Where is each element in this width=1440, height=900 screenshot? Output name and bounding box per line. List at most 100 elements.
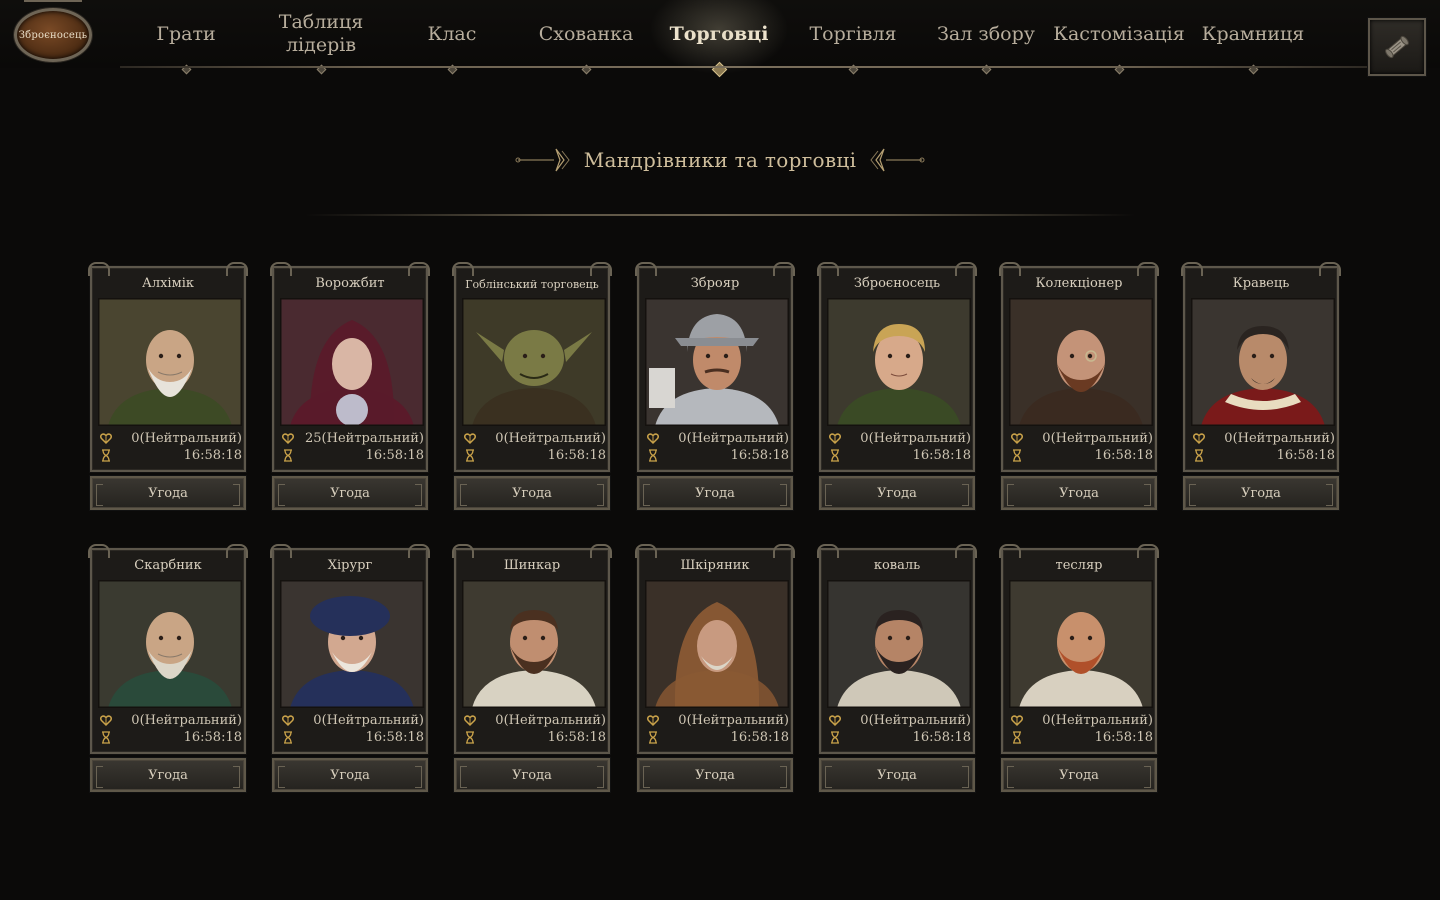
merchant-card[interactable]: Гоблінський торговець 0(Нейтральний) 16:…	[452, 262, 612, 512]
relation-row: 0(Нейтральний)	[829, 430, 971, 446]
restock-timer: 16:58:18	[912, 729, 971, 745]
deal-button[interactable]: Угода	[637, 476, 793, 510]
relation-heart-icon	[100, 432, 112, 444]
timer-row: 16:58:18	[282, 447, 424, 463]
merchant-card[interactable]: Колекціонер 0(Нейтральний) 16:58:18 Угод…	[999, 262, 1159, 512]
deal-button-label: Угода	[1059, 485, 1099, 501]
nav-tab-customization[interactable]: Кастомізація	[1050, 0, 1188, 75]
nav-tab-trade[interactable]: Торгівля	[800, 0, 906, 75]
merchant-card[interactable]: Зброяр 0(Нейтральний) 16:58:18 Угода	[635, 262, 795, 512]
hourglass-icon	[1013, 730, 1021, 744]
merchant-portrait[interactable]	[1009, 580, 1153, 708]
relation-value: 0(Нейтральний)	[1042, 430, 1153, 446]
nav-tab-leaderboard[interactable]: Таблиця лідерів	[262, 0, 380, 75]
merchant-card[interactable]: Хірург 0(Нейтральний) 16:58:18 Угода	[270, 544, 430, 794]
relation-value: 0(Нейтральний)	[313, 712, 424, 728]
restock-timer: 16:58:18	[547, 729, 606, 745]
nav-tab-class[interactable]: Клас	[402, 0, 502, 75]
merchant-card[interactable]: тесляр 0(Нейтральний) 16:58:18 Угода	[999, 544, 1159, 794]
merchant-portrait[interactable]	[645, 580, 789, 708]
deal-button[interactable]: Угода	[1001, 476, 1157, 510]
relation-value: 0(Нейтральний)	[860, 712, 971, 728]
nav-tick	[711, 61, 728, 78]
timer-row: 16:58:18	[464, 729, 606, 745]
nav-tab-play[interactable]: Грати	[136, 0, 236, 75]
merchant-card[interactable]: коваль 0(Нейтральний) 16:58:18 Угода	[817, 544, 977, 794]
nav-tab-shop[interactable]: Крамниця	[1198, 0, 1308, 75]
deal-button[interactable]: Угода	[454, 758, 610, 792]
merchant-portrait[interactable]	[1009, 298, 1153, 426]
relation-heart-icon	[282, 714, 294, 726]
deal-button-label: Угода	[695, 767, 735, 783]
top-navigation-bar: Зброєносець Грати Таблиця лідерів Клас С…	[0, 0, 1440, 78]
merchant-card[interactable]: Кравець 0(Нейтральний) 16:58:18 Угода	[1181, 262, 1341, 512]
timer-row: 16:58:18	[100, 729, 242, 745]
scroll-menu-button[interactable]	[1368, 18, 1426, 76]
merchant-portrait[interactable]	[98, 298, 242, 426]
deal-button[interactable]: Угода	[1001, 758, 1157, 792]
timer-row: 16:58:18	[647, 729, 789, 745]
merchant-portrait[interactable]	[827, 298, 971, 426]
relation-value: 25(Нейтральний)	[305, 430, 424, 446]
deal-button[interactable]: Угода	[272, 758, 428, 792]
timer-row: 16:58:18	[464, 447, 606, 463]
deal-button-label: Угода	[877, 485, 917, 501]
deal-button-label: Угода	[330, 767, 370, 783]
merchant-card[interactable]: Шинкар 0(Нейтральний) 16:58:18 Угода	[452, 544, 612, 794]
relation-value: 0(Нейтральний)	[1042, 712, 1153, 728]
deal-button-label: Угода	[877, 767, 917, 783]
deal-button[interactable]: Угода	[819, 758, 975, 792]
relation-row: 0(Нейтральний)	[1193, 430, 1335, 446]
merchant-card[interactable]: Шкіряник 0(Нейтральний) 16:58:18 Угода	[635, 544, 795, 794]
merchant-portrait[interactable]	[280, 580, 424, 708]
relation-row: 0(Нейтральний)	[464, 430, 606, 446]
nav-tab-merchants[interactable]: Торговці	[644, 0, 794, 78]
hourglass-icon	[1195, 448, 1203, 462]
restock-timer: 16:58:18	[547, 447, 606, 463]
ornament-left-icon	[515, 148, 570, 172]
nav-tab-stash[interactable]: Схованка	[530, 0, 642, 75]
deal-button[interactable]: Угода	[90, 758, 246, 792]
merchant-card[interactable]: Алхімік 0(Нейтральний) 16:58:18 Угода	[88, 262, 248, 512]
merchant-card[interactable]: Скарбник 0(Нейтральний) 16:58:18 Угода	[88, 544, 248, 794]
merchant-portrait[interactable]	[280, 298, 424, 426]
merchant-card-frame: Скарбник 0(Нейтральний) 16:58:18	[88, 544, 248, 754]
merchant-card[interactable]: Ворожбит 25(Нейтральний) 16:58:18 Угода	[270, 262, 430, 512]
relation-row: 0(Нейтральний)	[1011, 712, 1153, 728]
nav-tab-label: Зал збору	[937, 22, 1035, 45]
hourglass-icon	[102, 730, 110, 744]
restock-timer: 16:58:18	[730, 729, 789, 745]
deal-button[interactable]: Угода	[454, 476, 610, 510]
deal-button[interactable]: Угода	[90, 476, 246, 510]
merchant-portrait[interactable]	[827, 580, 971, 708]
nav-tab-label: Торгівля	[809, 22, 897, 45]
merchant-portrait[interactable]	[645, 298, 789, 426]
merchant-portrait[interactable]	[462, 298, 606, 426]
timer-row: 16:58:18	[1011, 729, 1153, 745]
deal-button[interactable]: Угода	[272, 476, 428, 510]
merchant-portrait[interactable]	[98, 580, 242, 708]
relation-value: 0(Нейтральний)	[860, 430, 971, 446]
deal-button[interactable]: Угода	[819, 476, 975, 510]
merchant-portrait[interactable]	[1191, 298, 1335, 426]
profile-badge[interactable]: Зброєносець	[14, 8, 92, 62]
restock-timer: 16:58:18	[1094, 729, 1153, 745]
profile-badge-label: Зброєносець	[18, 29, 88, 41]
merchant-card-frame: Гоблінський торговець 0(Нейтральний) 16:…	[452, 262, 612, 472]
relation-heart-icon	[464, 714, 476, 726]
relation-row: 0(Нейтральний)	[647, 712, 789, 728]
merchant-portrait[interactable]	[462, 580, 606, 708]
deal-button[interactable]: Угода	[1183, 476, 1339, 510]
deal-button[interactable]: Угода	[637, 758, 793, 792]
relation-heart-icon	[647, 432, 659, 444]
deal-button-label: Угода	[512, 767, 552, 783]
merchant-card-frame: Колекціонер 0(Нейтральний) 16:58:18	[999, 262, 1159, 472]
merchant-card[interactable]: Зброєносець 0(Нейтральний) 16:58:18 Угод…	[817, 262, 977, 512]
merchant-card-frame: Зброяр 0(Нейтральний) 16:58:18	[635, 262, 795, 472]
relation-value: 0(Нейтральний)	[1224, 430, 1335, 446]
nav-tab-label: Клас	[427, 22, 477, 45]
merchant-name: коваль	[873, 558, 921, 573]
relation-heart-icon	[1193, 432, 1205, 444]
nav-tab-gathering-hall[interactable]: Зал збору	[930, 0, 1042, 75]
deal-button-label: Угода	[512, 485, 552, 501]
